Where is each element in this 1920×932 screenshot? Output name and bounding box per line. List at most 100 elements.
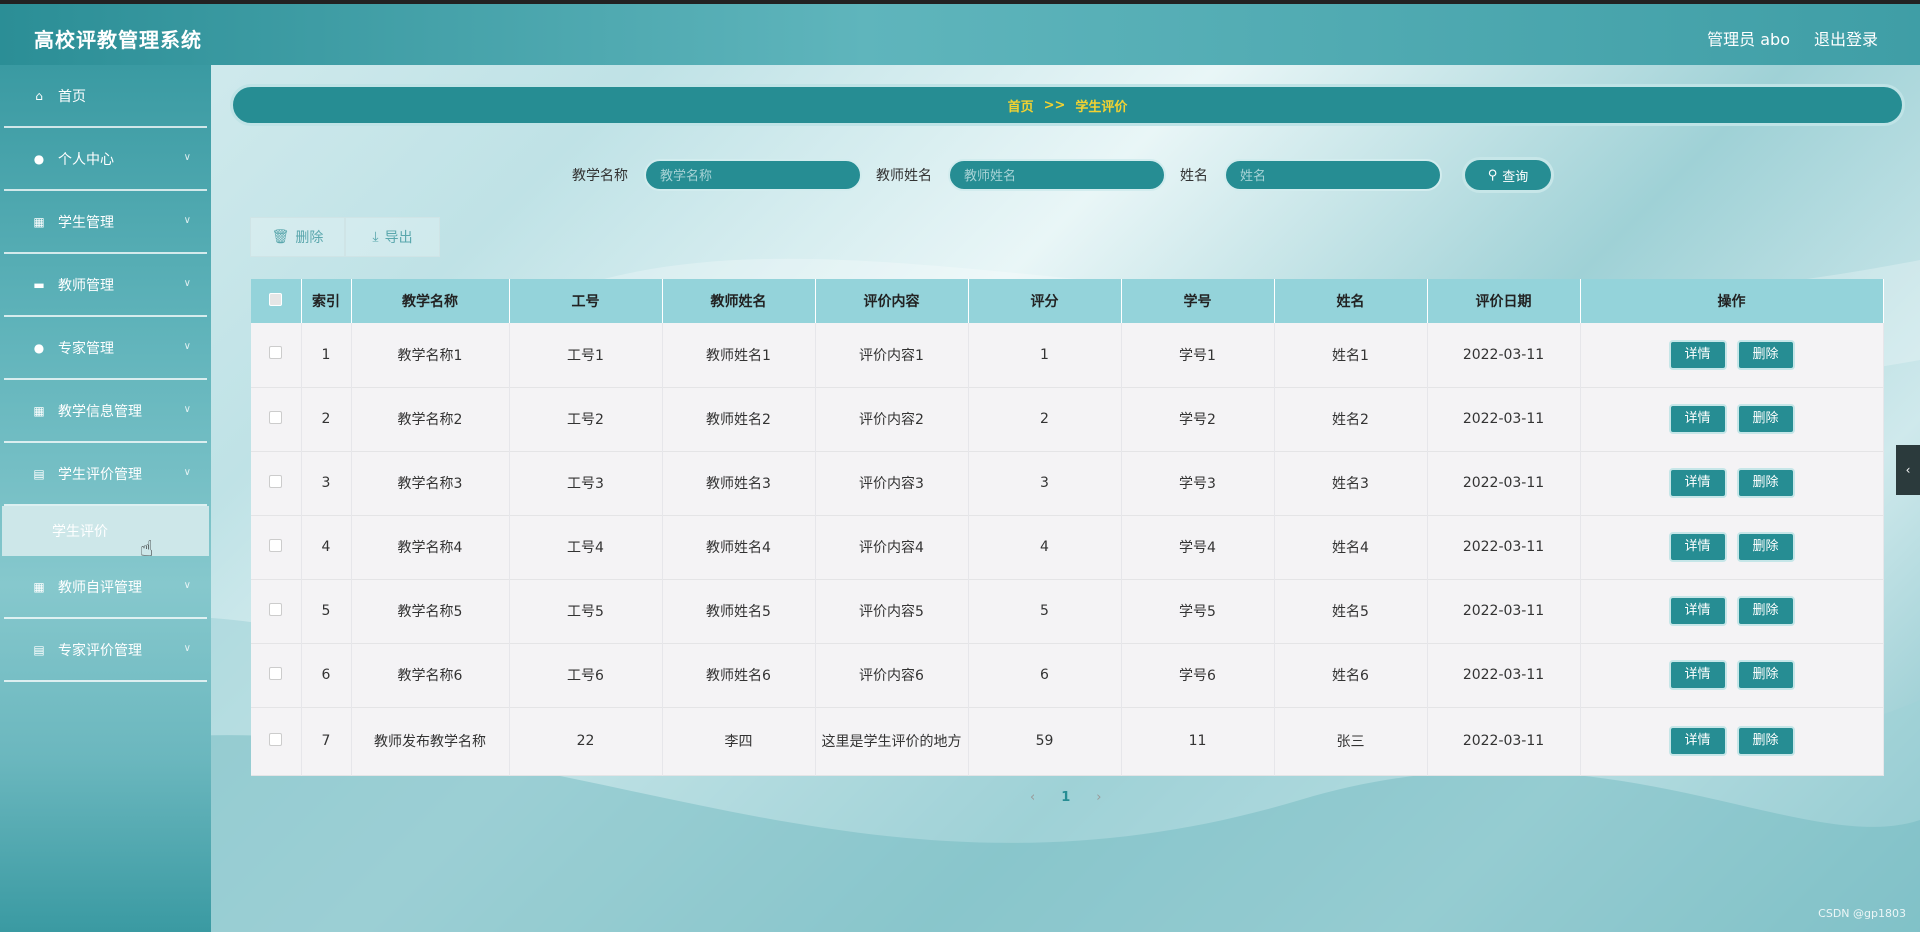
course-name-input[interactable]: [644, 159, 862, 191]
home-icon: ⌂: [35, 88, 43, 103]
logout-link[interactable]: 退出登录: [1814, 26, 1878, 50]
detail-button[interactable]: 详情: [1668, 468, 1727, 498]
row-checkbox[interactable]: [269, 410, 283, 424]
detail-button[interactable]: 详情: [1668, 404, 1727, 434]
next-page-button[interactable]: ›: [1096, 790, 1101, 805]
table-cell: 工号4: [509, 515, 663, 579]
row-delete-button[interactable]: 删除: [1736, 468, 1795, 498]
table-cell: 2022-03-11: [1427, 387, 1581, 451]
breadcrumb-home[interactable]: 首页: [1008, 96, 1034, 115]
table-cell: 1: [968, 323, 1122, 387]
table-cell: 工号2: [509, 387, 663, 451]
row-delete-button[interactable]: 删除: [1736, 596, 1795, 626]
table-cell: 22: [509, 707, 663, 775]
row-checkbox[interactable]: [269, 474, 283, 488]
table-row: 7 教师发布教学名称 22 李四 这里是学生评价的地方 59 11 张三 2022-03-11 详…: [251, 707, 1884, 775]
sidebar-item-teachers[interactable]: ▬ 教师管理 ∨: [4, 254, 207, 317]
collapse-panel-button[interactable]: ‹: [1896, 445, 1920, 495]
batch-delete-button[interactable]: 🗑 删除: [250, 217, 345, 257]
row-delete-button[interactable]: 删除: [1736, 532, 1795, 562]
sidebar-item-label: 首页: [58, 88, 86, 105]
table-cell: 教学名称1: [351, 323, 510, 387]
trash-icon: 🗑: [271, 229, 290, 245]
row-delete-button[interactable]: 删除: [1736, 339, 1795, 370]
chevron-down-icon: ∨: [183, 467, 191, 478]
row-select-cell: [251, 323, 302, 387]
sidebar-item-expert-eval[interactable]: ▤ 专家评价管理 ∨: [4, 619, 207, 682]
row-checkbox[interactable]: [269, 732, 283, 746]
detail-button[interactable]: 详情: [1668, 660, 1727, 690]
table-cell: 3: [968, 451, 1122, 515]
search-bar: 教学名称 教师姓名 姓名 ⚲ 查询: [572, 157, 1554, 193]
table-cell: 教学名称5: [351, 579, 510, 643]
prev-page-button[interactable]: ‹: [1030, 790, 1035, 805]
table-cell: 11: [1121, 707, 1275, 775]
detail-button[interactable]: 详情: [1668, 596, 1727, 626]
chevron-down-icon: ∨: [183, 643, 191, 654]
sidebar-item-teaching-info[interactable]: ▦ 教学信息管理 ∨: [4, 380, 207, 443]
student-name-input[interactable]: [1224, 159, 1442, 191]
column-header: 教师姓名: [662, 279, 816, 323]
column-header: 评分: [968, 279, 1122, 323]
table-cell: 评价内容2: [815, 387, 969, 451]
row-delete-button[interactable]: 删除: [1736, 726, 1795, 756]
row-checkbox[interactable]: [269, 666, 283, 680]
user-icon: ●: [33, 151, 45, 166]
table-cell: 59: [968, 707, 1122, 775]
sidebar-item-experts[interactable]: ● 专家管理 ∨: [4, 317, 207, 380]
row-select-cell: [251, 515, 302, 579]
select-all-checkbox[interactable]: [269, 292, 283, 306]
column-header: 操作: [1580, 279, 1884, 323]
sidebar-item-student-eval[interactable]: ▤ 学生评价管理 ∨: [4, 443, 207, 506]
table-cell: 教师姓名1: [662, 323, 816, 387]
table-cell: 这里是学生评价的地方: [815, 707, 969, 775]
detail-button[interactable]: 详情: [1668, 726, 1727, 756]
table-cell: 学号3: [1121, 451, 1275, 515]
search-label-name: 姓名: [1180, 168, 1208, 184]
row-checkbox[interactable]: [269, 602, 283, 616]
chevron-down-icon: ∨: [183, 404, 191, 415]
table-cell: 姓名2: [1274, 387, 1428, 451]
table-cell: 教学名称3: [351, 451, 510, 515]
table-cell: 5: [301, 579, 352, 643]
table-cell: 工号6: [509, 643, 663, 707]
table-cell: 评价内容5: [815, 579, 969, 643]
row-select-cell: [251, 451, 302, 515]
export-button[interactable]: ⤓ 导出: [345, 217, 440, 257]
current-page[interactable]: 1: [1061, 790, 1070, 805]
detail-button[interactable]: 详情: [1668, 532, 1727, 562]
sidebar-subitem-student-eval[interactable]: 学生评价: [2, 506, 209, 556]
detail-button[interactable]: 详情: [1668, 339, 1727, 370]
row-checkbox[interactable]: [269, 538, 283, 552]
sidebar-item-personal[interactable]: ● 个人中心 ∨: [4, 128, 207, 191]
table-cell: 2022-03-11: [1427, 323, 1581, 387]
search-button[interactable]: ⚲ 查询: [1462, 157, 1554, 193]
pagination: ‹ 1 ›: [1030, 790, 1101, 805]
table-row: 2 教学名称2 工号2 教师姓名2 评价内容2 2 学号2 姓名2 2022-03-11 详情 删除: [251, 387, 1884, 451]
sidebar-item-teacher-self-eval[interactable]: ▦ 教师自评管理 ∨: [4, 556, 207, 619]
top-header: 高校评教管理系统 管理员 abo 退出登录: [0, 0, 1920, 65]
sidebar-item-students[interactable]: ▦ 学生管理 ∨: [4, 191, 207, 254]
table-cell: 教学名称6: [351, 643, 510, 707]
clipboard-icon: ▤: [33, 466, 45, 481]
row-delete-button[interactable]: 删除: [1736, 404, 1795, 434]
table-cell: 教学名称4: [351, 515, 510, 579]
table-body: 1 教学名称1 工号1 教师姓名1 评价内容1 1 学号1 姓名1 2022-03-11 详情 删除…: [251, 323, 1884, 775]
grid-icon: ▦: [33, 579, 45, 594]
table-row: 3 教学名称3 工号3 教师姓名3 评价内容3 3 学号3 姓名3 2022-03-11 详情 删除: [251, 451, 1884, 515]
table-row: 6 教学名称6 工号6 教师姓名6 评价内容6 6 学号6 姓名6 2022-03-11 详情 删除: [251, 643, 1884, 707]
row-delete-button[interactable]: 删除: [1736, 660, 1795, 690]
search-button-label: 查询: [1502, 169, 1529, 185]
table-cell: 教学名称2: [351, 387, 510, 451]
toolbar: 🗑 删除 ⤓ 导出: [250, 217, 440, 257]
row-actions: 详情 删除: [1580, 323, 1884, 387]
current-user[interactable]: 管理员 abo: [1707, 26, 1790, 50]
row-checkbox[interactable]: [269, 346, 283, 360]
row-actions: 详情 删除: [1580, 451, 1884, 515]
user-icon: ●: [33, 340, 45, 355]
search-label-teacher: 教师姓名: [876, 168, 932, 184]
table-cell: 5: [968, 579, 1122, 643]
chevron-down-icon: ∨: [183, 341, 191, 352]
teacher-name-input[interactable]: [948, 159, 1166, 191]
sidebar-item-home[interactable]: ⌂ 首页: [4, 65, 207, 128]
